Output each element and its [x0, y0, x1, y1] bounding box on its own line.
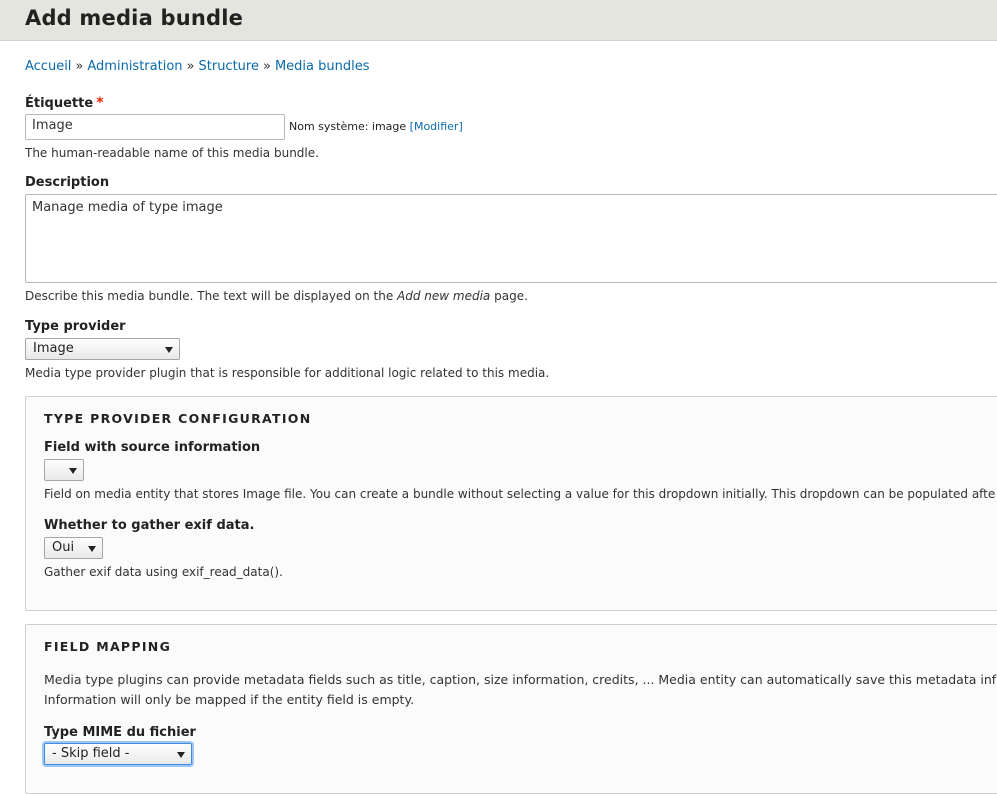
exif-help: Gather exif data using exif_read_data().: [44, 565, 283, 579]
page-title: Add media bundle: [25, 6, 244, 30]
mime-field-selected: - Skip field -: [52, 746, 130, 761]
type-provider-label: Type provider: [25, 319, 126, 334]
label-input[interactable]: Image: [25, 114, 285, 140]
field-mapping-intro-line1: Media type plugins can provide metadata …: [44, 672, 997, 687]
description-field-label: Description: [25, 175, 110, 190]
machine-name-edit-link[interactable]: [Modifier]: [410, 120, 463, 133]
type-provider-help: Media type provider plugin that is respo…: [25, 366, 550, 380]
source-field-help: Field on media entity that stores Image …: [44, 487, 996, 501]
breadcrumb-link-media-bundles[interactable]: Media bundles: [275, 59, 370, 74]
type-provider-select[interactable]: Image: [25, 338, 180, 360]
type-provider-config-fieldset: TYPE PROVIDER CONFIGURATION Field with s…: [25, 396, 997, 611]
label-input-value: Image: [32, 118, 73, 133]
source-field-select[interactable]: [44, 459, 84, 481]
breadcrumb-link-structure[interactable]: Structure: [199, 59, 259, 74]
field-mapping-legend: FIELD MAPPING: [44, 639, 172, 654]
machine-name-text: Nom système: image: [289, 120, 407, 133]
field-mapping-intro-line2: Information will only be mapped if the e…: [44, 692, 415, 707]
chevron-down-icon: [165, 347, 173, 353]
type-provider-config-legend: TYPE PROVIDER CONFIGURATION: [44, 411, 312, 426]
description-help-text: Describe this media bundle. The text wil…: [25, 289, 394, 303]
breadcrumb: Accueil» Administration» Structure» Media b…: [25, 59, 370, 74]
field-mapping-fieldset: FIELD MAPPING Media type plugins can pro…: [25, 624, 997, 794]
breadcrumb-link-accueil[interactable]: Accueil: [25, 59, 71, 74]
breadcrumb-separator: »: [75, 59, 84, 74]
breadcrumb-link-administration[interactable]: Administration: [87, 59, 182, 74]
chevron-down-icon: [69, 468, 77, 474]
description-help-emphasis: Add new media: [397, 289, 491, 303]
breadcrumb-separator: »: [186, 59, 195, 74]
mime-field-label: Type MIME du fichier: [44, 725, 196, 740]
exif-label: Whether to gather exif data.: [44, 518, 255, 533]
description-textarea[interactable]: Manage media of type image: [25, 194, 997, 283]
chevron-down-icon: [88, 546, 96, 552]
breadcrumb-separator: »: [262, 59, 271, 74]
description-textarea-value: Manage media of type image: [32, 200, 223, 215]
label-field-help: The human-readable name of this media bu…: [25, 146, 319, 160]
label-field-label: Étiquette *: [25, 95, 104, 111]
label-field-label-text: Étiquette: [25, 96, 94, 111]
description-field-help: Describe this media bundle. The text wil…: [25, 289, 528, 303]
exif-selected: Oui: [52, 540, 75, 555]
source-field-label: Field with source information: [44, 440, 261, 455]
page-header: Add media bundle: [0, 0, 997, 41]
chevron-down-icon: [177, 752, 185, 758]
exif-select[interactable]: Oui: [44, 537, 103, 559]
machine-name: Nom système: image [Modifier]: [289, 120, 463, 133]
required-marker: *: [96, 95, 104, 111]
description-help-text-end: page.: [494, 289, 528, 303]
type-provider-selected: Image: [33, 341, 74, 356]
mime-field-select[interactable]: - Skip field -: [44, 743, 192, 765]
